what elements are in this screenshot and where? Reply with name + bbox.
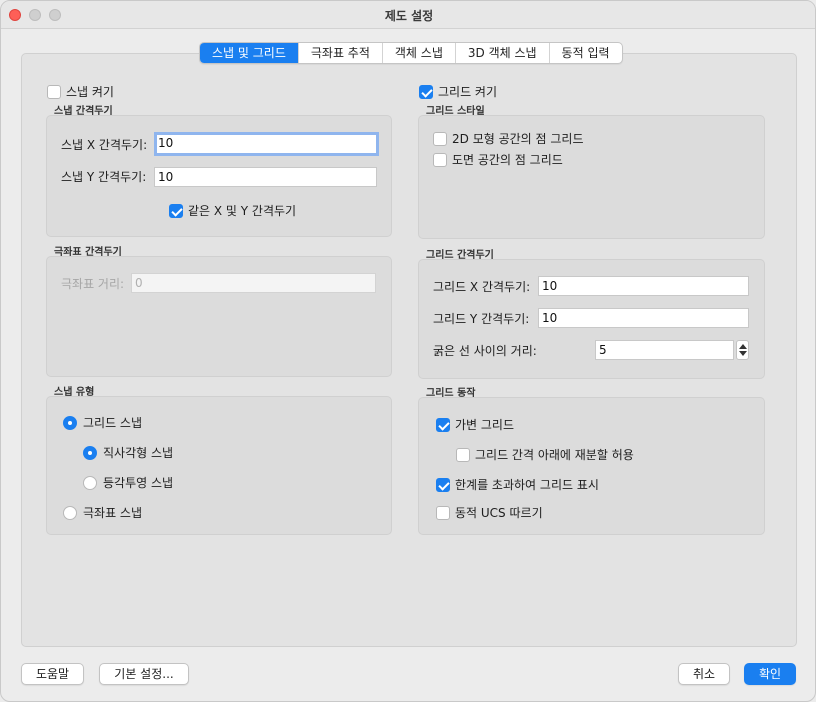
polar-distance-label: 극좌표 거리: xyxy=(61,277,125,291)
follow-ucs-label: 동적 UCS 따르기 xyxy=(455,506,543,520)
subdivide-grid-row[interactable]: 그리드 간격 아래에 재분할 허용 xyxy=(456,446,634,463)
polar-snap-radio[interactable] xyxy=(63,505,77,520)
tab-3d-object-snap[interactable]: 3D 객체 스냅 xyxy=(456,43,550,63)
stepper-down-icon[interactable] xyxy=(739,351,747,356)
grid-y-label-row: 그리드 Y 간격두기: xyxy=(433,310,529,327)
snap-on-label: 스냅 켜기 xyxy=(66,85,114,99)
follow-ucs-row[interactable]: 동적 UCS 따르기 xyxy=(436,504,543,521)
dot-grid-sheet-row[interactable]: 도면 공간의 점 그리드 xyxy=(433,151,563,168)
ok-button[interactable]: 확인 xyxy=(744,663,796,685)
cancel-button[interactable]: 취소 xyxy=(678,663,730,685)
isometric-snap-label: 등각투영 스냅 xyxy=(103,476,174,490)
subdivide-grid-label: 그리드 간격 아래에 재분할 허용 xyxy=(475,448,634,462)
beyond-limits-checkbox[interactable] xyxy=(436,477,450,492)
window-title: 제도 설정 xyxy=(384,9,434,23)
tab-bar: 스냅 및 그리드 극좌표 추적 객체 스냅 3D 객체 스냅 동적 입력 xyxy=(199,42,623,64)
major-line-stepper[interactable] xyxy=(736,340,749,360)
defaults-button[interactable]: 기본 설정... xyxy=(99,663,189,685)
equal-xy-spacing-row[interactable]: 같은 X 및 Y 간격두기 xyxy=(169,202,296,219)
follow-ucs-checkbox[interactable] xyxy=(436,505,450,520)
tab-polar-tracking[interactable]: 극좌표 추적 xyxy=(299,43,383,63)
dot-grid-2d-checkbox[interactable] xyxy=(433,131,447,146)
tab-object-snap[interactable]: 객체 스냅 xyxy=(383,43,456,63)
rectangular-snap-label: 직사각형 스냅 xyxy=(103,446,174,460)
adaptive-grid-checkbox[interactable] xyxy=(436,417,450,432)
snap-x-spacing-input[interactable]: 10 xyxy=(154,132,379,156)
snap-y-label: 스냅 Y 간격두기: xyxy=(61,170,147,184)
isometric-snap-radio[interactable] xyxy=(83,475,97,490)
equal-xy-spacing-checkbox[interactable] xyxy=(169,203,183,218)
rectangular-snap-radio-row[interactable]: 직사각형 스냅 xyxy=(83,444,173,461)
major-line-label-row: 굵은 선 사이의 거리: xyxy=(433,342,537,359)
snap-x-label-row: 스냅 X 간격두기: xyxy=(61,136,147,153)
grid-on-checkbox[interactable] xyxy=(419,84,433,99)
grid-y-label: 그리드 Y 간격두기: xyxy=(433,312,530,326)
snap-on-checkbox[interactable] xyxy=(47,84,61,99)
polar-distance-input: 0 xyxy=(131,273,376,293)
adaptive-grid-row[interactable]: 가변 그리드 xyxy=(436,416,514,433)
drafting-settings-window: 제도 설정 스냅 및 그리드 극좌표 추적 객체 스냅 3D 객체 스냅 동적 … xyxy=(0,0,816,702)
adaptive-grid-label: 가변 그리드 xyxy=(455,418,515,432)
snap-x-label: 스냅 X 간격두기: xyxy=(61,138,148,152)
snap-y-spacing-input[interactable]: 10 xyxy=(154,167,377,187)
beyond-limits-row[interactable]: 한계를 초과하여 그리드 표시 xyxy=(436,476,599,493)
grid-on-checkbox-row[interactable]: 그리드 켜기 xyxy=(419,83,497,100)
subdivide-grid-checkbox[interactable] xyxy=(456,447,470,462)
grid-y-spacing-input[interactable]: 10 xyxy=(538,308,749,328)
polar-snap-label: 극좌표 스냅 xyxy=(83,506,143,520)
help-button[interactable]: 도움말 xyxy=(21,663,84,685)
grid-snap-label: 그리드 스냅 xyxy=(83,416,143,430)
polar-distance-label-row: 극좌표 거리: xyxy=(61,275,124,292)
grid-x-label: 그리드 X 간격두기: xyxy=(433,280,531,294)
snap-on-checkbox-row[interactable]: 스냅 켜기 xyxy=(47,83,114,100)
grid-on-label: 그리드 켜기 xyxy=(438,85,498,99)
beyond-limits-label: 한계를 초과하여 그리드 표시 xyxy=(455,478,599,492)
rectangular-snap-radio[interactable] xyxy=(83,445,97,460)
grid-snap-radio-row[interactable]: 그리드 스냅 xyxy=(63,414,142,431)
tab-snap-and-grid[interactable]: 스냅 및 그리드 xyxy=(200,43,299,63)
tab-dynamic-input[interactable]: 동적 입력 xyxy=(550,43,622,63)
dot-grid-2d-label: 2D 모형 공간의 점 그리드 xyxy=(452,132,584,146)
grid-x-spacing-input[interactable]: 10 xyxy=(538,276,749,296)
grid-x-label-row: 그리드 X 간격두기: xyxy=(433,278,530,295)
major-line-label: 굵은 선 사이의 거리: xyxy=(433,344,537,358)
dot-grid-2d-row[interactable]: 2D 모형 공간의 점 그리드 xyxy=(433,130,584,147)
grid-snap-radio[interactable] xyxy=(63,415,77,430)
polar-snap-radio-row[interactable]: 극좌표 스냅 xyxy=(63,504,142,521)
isometric-snap-radio-row[interactable]: 등각투영 스냅 xyxy=(83,474,173,491)
title-bar: 제도 설정 xyxy=(1,1,815,29)
snap-y-label-row: 스냅 Y 간격두기: xyxy=(61,168,146,185)
dot-grid-sheet-label: 도면 공간의 점 그리드 xyxy=(452,153,563,167)
equal-xy-spacing-label: 같은 X 및 Y 간격두기 xyxy=(188,204,297,218)
stepper-up-icon[interactable] xyxy=(739,344,747,349)
dot-grid-sheet-checkbox[interactable] xyxy=(433,152,447,167)
major-line-input[interactable]: 5 xyxy=(595,340,734,360)
